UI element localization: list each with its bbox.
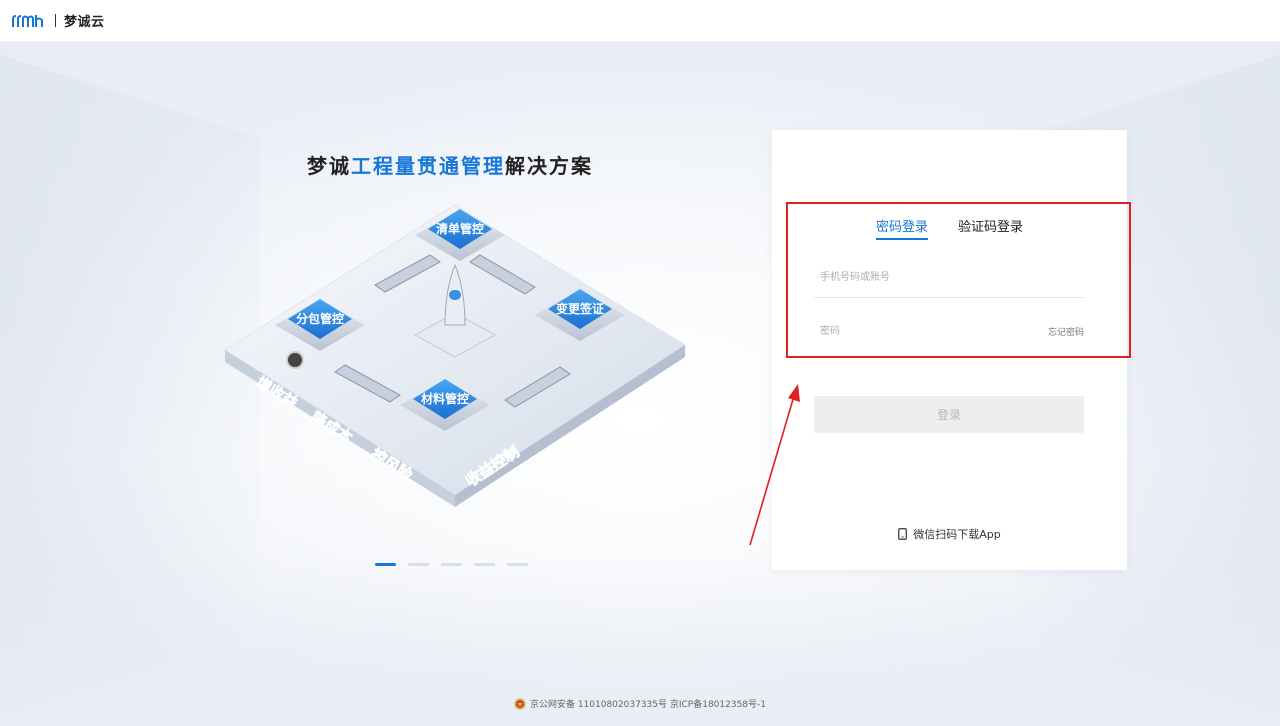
hero-title-highlight: 工程量贯通管理 (351, 154, 505, 178)
logo-mark-icon (12, 14, 43, 27)
app-download-label: 微信扫码下载App (913, 528, 1001, 541)
password-field: 忘记密码 (814, 316, 1084, 352)
icp-record-text[interactable]: 京公网安备 11010802037335号 京ICP备18012358号-1 (530, 697, 766, 710)
module-label-bottom: 材料管控 (420, 391, 469, 406)
forgot-password-link[interactable]: 忘记密码 (1048, 325, 1084, 338)
brand-logo[interactable] (12, 11, 46, 31)
carousel-dot-2[interactable] (408, 563, 429, 566)
module-label-left: 分包管控 (296, 311, 344, 326)
login-button[interactable]: 登录 (814, 396, 1084, 433)
mobile-phone-icon (898, 528, 908, 540)
username-input[interactable] (814, 262, 1014, 292)
login-tabs: 密码登录 验证码登录 (772, 216, 1127, 240)
carousel-dot-4[interactable] (474, 563, 495, 566)
username-field (814, 262, 1084, 298)
login-card: 密码登录 验证码登录 忘记密码 登录 微信扫码下载App (772, 130, 1127, 570)
module-label-right: 变更签证 (556, 301, 604, 316)
carousel-dot-5[interactable] (507, 563, 528, 566)
hero-title-part2: 解决方案 (505, 154, 593, 178)
hero-title-part1: 梦诚 (307, 154, 351, 178)
top-bar: 梦诚云 (0, 0, 1280, 42)
police-badge-icon (514, 698, 526, 709)
hero-illustration: 清单管控 分包管控 变更签证 材料管控 增收益 降成本 控风险 收益控制 (224, 204, 686, 507)
carousel-dots (375, 563, 528, 566)
brand-name: 梦诚云 (64, 15, 105, 30)
logo-separator (55, 14, 56, 27)
tab-password-login[interactable]: 密码登录 (875, 216, 929, 240)
carousel-dot-1[interactable] (375, 563, 396, 566)
module-label-top: 清单管控 (436, 221, 484, 236)
password-input[interactable] (814, 316, 1014, 346)
carousel-dot-3[interactable] (441, 563, 462, 566)
footer: 京公网安备 11010802037335号 京ICP备18012358号-1 (0, 697, 1280, 710)
tab-code-login[interactable]: 验证码登录 (958, 216, 1023, 240)
hero-title: 梦诚工程量贯通管理解决方案 (300, 150, 600, 179)
app-download-link[interactable]: 微信扫码下载App (772, 526, 1127, 542)
